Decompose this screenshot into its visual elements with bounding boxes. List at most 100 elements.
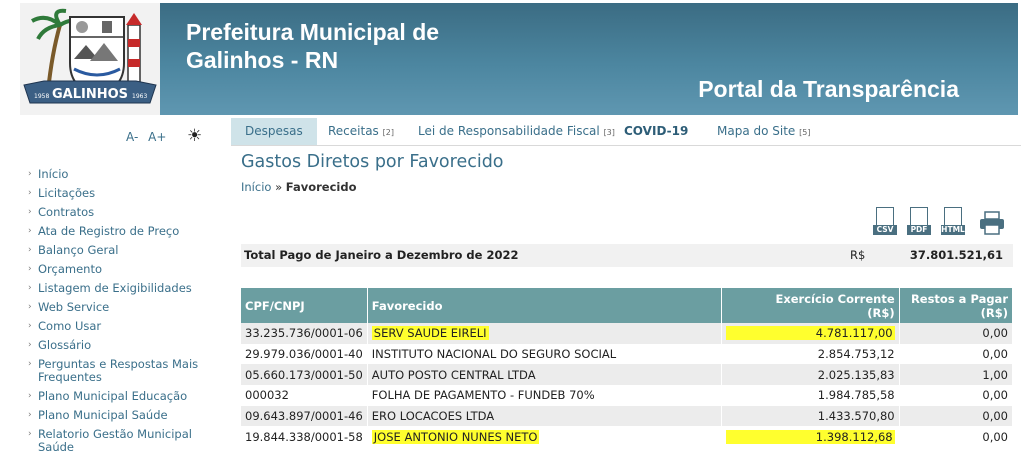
export-csv-button[interactable]: CSV — [873, 207, 897, 237]
export-pdf-label: PDF — [907, 225, 931, 235]
sidebar-item-plano-educacao[interactable]: › Plano Municipal Educação — [28, 390, 213, 403]
portal-title: Portal da Transparência — [698, 76, 959, 102]
cell-favorecido[interactable]: INSTITUTO NACIONAL DO SEGURO SOCIAL — [367, 343, 722, 365]
sidebar-item-orcamento[interactable]: › Orçamento — [28, 263, 213, 276]
table-row[interactable]: 19.844.338/0001-58 JOSE ANTONIO NUNES NE… — [241, 426, 1014, 448]
tab-covid[interactable]: COVID-19 — [610, 118, 702, 145]
cell-restos: 0,00 — [899, 343, 1014, 365]
sidebar-item-balanco-geral[interactable]: › Balanço Geral — [28, 244, 213, 257]
total-currency: R$ — [850, 248, 866, 262]
payees-table: CPF/CNPJ Favorecido Exercício Corrente (… — [241, 288, 1014, 448]
municipal-logo[interactable]: GALINHOS 1958 1963 — [20, 3, 160, 115]
export-csv-label: CSV — [873, 225, 897, 235]
cell-favorecido[interactable]: ERO LOCACOES LTDA — [367, 405, 722, 427]
table-row[interactable]: 33.235.736/0001-06 SERV SAUDE EIRELI 4.7… — [241, 323, 1014, 344]
tab-lrf[interactable]: Lei de Responsabilidade Fiscal [3] — [404, 118, 629, 145]
site-title-line2: Galinhos - RN — [186, 47, 339, 73]
sidebar-item-faq[interactable]: › Perguntas e Respostas Mais Frequentes — [28, 358, 213, 384]
sidebar-item-label: Balanço Geral — [38, 243, 119, 257]
sidebar-item-ata-registro-preco[interactable]: › Ata de Registro de Preço — [28, 225, 213, 238]
contrast-toggle-icon[interactable]: ☀ — [187, 126, 202, 146]
cell-cpf: 29.979.036/0001-40 — [241, 343, 368, 365]
sidebar-item-label: Glossário — [38, 338, 92, 352]
table-row[interactable]: 29.979.036/0001-40 INSTITUTO NACIONAL DO… — [241, 343, 1014, 365]
chevron-right-icon: › — [28, 169, 32, 179]
sidebar-item-como-usar[interactable]: › Como Usar — [28, 320, 213, 333]
sidebar-item-label: Perguntas e Respostas Mais Frequentes — [38, 357, 199, 384]
font-decrease-button[interactable]: A- — [126, 130, 138, 144]
font-increase-button[interactable]: A+ — [148, 130, 166, 144]
cell-favorecido[interactable]: AUTO POSTO CENTRAL LTDA — [367, 364, 722, 386]
sidebar-item-contratos[interactable]: › Contratos — [28, 206, 213, 219]
cell-exercicio: 1.398.112,68 — [721, 426, 900, 448]
export-pdf-button[interactable]: PDF — [907, 207, 931, 237]
cell-favorecido[interactable]: JOSE ANTONIO NUNES NETO — [367, 426, 722, 448]
cell-favorecido[interactable]: SERV SAUDE EIRELI — [367, 323, 722, 344]
chevron-right-icon: › — [28, 264, 32, 274]
breadcrumb-separator: » — [275, 180, 283, 194]
sidebar-item-label: Licitações — [38, 186, 96, 200]
column-header-restos[interactable]: Restos a Pagar (R$) — [899, 288, 1014, 323]
page-title: Gastos Diretos por Favorecido — [241, 152, 504, 172]
sidebar-item-web-service[interactable]: › Web Service — [28, 301, 213, 314]
sidebar-item-label: Plano Municipal Educação — [38, 389, 188, 403]
column-header-favorecido[interactable]: Favorecido — [367, 288, 722, 323]
table-header-row: CPF/CNPJ Favorecido Exercício Corrente (… — [241, 288, 1014, 323]
chevron-right-icon: › — [28, 302, 32, 312]
logo-year-left: 1958 — [34, 93, 49, 100]
table-row[interactable]: 05.660.173/0001-50 AUTO POSTO CENTRAL LT… — [241, 364, 1014, 386]
sidebar-item-plano-saude[interactable]: › Plano Municipal Saúde — [28, 409, 213, 422]
breadcrumb-current: Favorecido — [285, 180, 357, 194]
highlighted-value: 1.398.112,68 — [725, 429, 895, 444]
site-title: Prefeitura Municipal de Galinhos - RN — [186, 18, 506, 74]
cell-cpf: 05.660.173/0001-50 — [241, 364, 368, 386]
cell-restos: 0,00 — [899, 323, 1014, 344]
highlighted-name: SERV SAUDE EIRELI — [371, 326, 489, 341]
chevron-right-icon: › — [28, 429, 32, 439]
export-toolbar: CSV PDF HTML — [873, 207, 1013, 237]
chevron-right-icon: › — [28, 321, 32, 331]
table-row[interactable]: 09.643.897/0001-46 ERO LOCACOES LTDA 1.4… — [241, 405, 1014, 427]
sidebar-item-relatorio-saude[interactable]: › Relatorio Gestão Municipal Saúde — [28, 428, 213, 454]
total-summary: Total Pago de Janeiro a Dezembro de 2022… — [241, 244, 1013, 267]
tab-despesas[interactable]: Despesas — [231, 118, 317, 145]
table-row[interactable]: 000032 FOLHA DE PAGAMENTO - FUNDEB 70% 1… — [241, 385, 1014, 406]
sidebar-item-licitacoes[interactable]: › Licitações — [28, 187, 213, 200]
sidebar-item-glossario[interactable]: › Glossário — [28, 339, 213, 352]
chevron-right-icon: › — [28, 245, 32, 255]
tab-label: Mapa do Site — [717, 124, 796, 138]
tab-count: [2] — [382, 128, 394, 137]
column-header-restos-unit: (R$) — [980, 305, 1008, 320]
cell-restos: 0,00 — [899, 405, 1014, 427]
cell-favorecido[interactable]: FOLHA DE PAGAMENTO - FUNDEB 70% — [367, 385, 722, 406]
chevron-right-icon: › — [28, 410, 32, 420]
cell-cpf: 000032 — [241, 385, 368, 406]
column-header-cpf[interactable]: CPF/CNPJ — [241, 288, 368, 323]
sidebar-item-exigibilidades[interactable]: › Listagem de Exigibilidades — [28, 282, 213, 295]
tabs-divider — [231, 145, 1021, 146]
column-header-exercicio-label: Exercício Corrente — [775, 291, 895, 306]
cell-restos: 1,00 — [899, 364, 1014, 386]
printer-icon[interactable] — [979, 211, 1005, 235]
sidebar-nav: › Início › Licitações › Contratos › Ata de R… — [28, 168, 213, 457]
sidebar-item-label: Orçamento — [38, 262, 103, 276]
logo-year-right: 1963 — [132, 93, 147, 100]
sidebar-item-label: Início — [38, 167, 69, 181]
tab-receitas[interactable]: Receitas [2] — [314, 118, 408, 145]
chevron-right-icon: › — [28, 391, 32, 401]
chevron-right-icon: › — [28, 207, 32, 217]
column-header-exercicio-unit: (R$) — [867, 305, 895, 320]
site-title-line1: Prefeitura Municipal de — [186, 19, 440, 45]
highlighted-name: JOSE ANTONIO NUNES NETO — [371, 429, 540, 444]
breadcrumb-home-link[interactable]: Início — [241, 180, 271, 194]
tab-mapa-site[interactable]: Mapa do Site [5] — [703, 118, 824, 145]
cell-exercicio: 4.781.117,00 — [721, 323, 900, 344]
export-html-button[interactable]: HTML — [941, 207, 965, 237]
cell-exercicio: 1.984.785,58 — [721, 385, 900, 406]
cell-cpf: 33.235.736/0001-06 — [241, 323, 368, 344]
header: GALINHOS 1958 1963 Prefeitura Municipal … — [0, 0, 1034, 118]
document-icon — [944, 207, 962, 227]
cell-cpf: 19.844.338/0001-58 — [241, 426, 368, 448]
column-header-exercicio[interactable]: Exercício Corrente (R$) — [721, 288, 900, 323]
sidebar-item-inicio[interactable]: › Início — [28, 168, 213, 181]
